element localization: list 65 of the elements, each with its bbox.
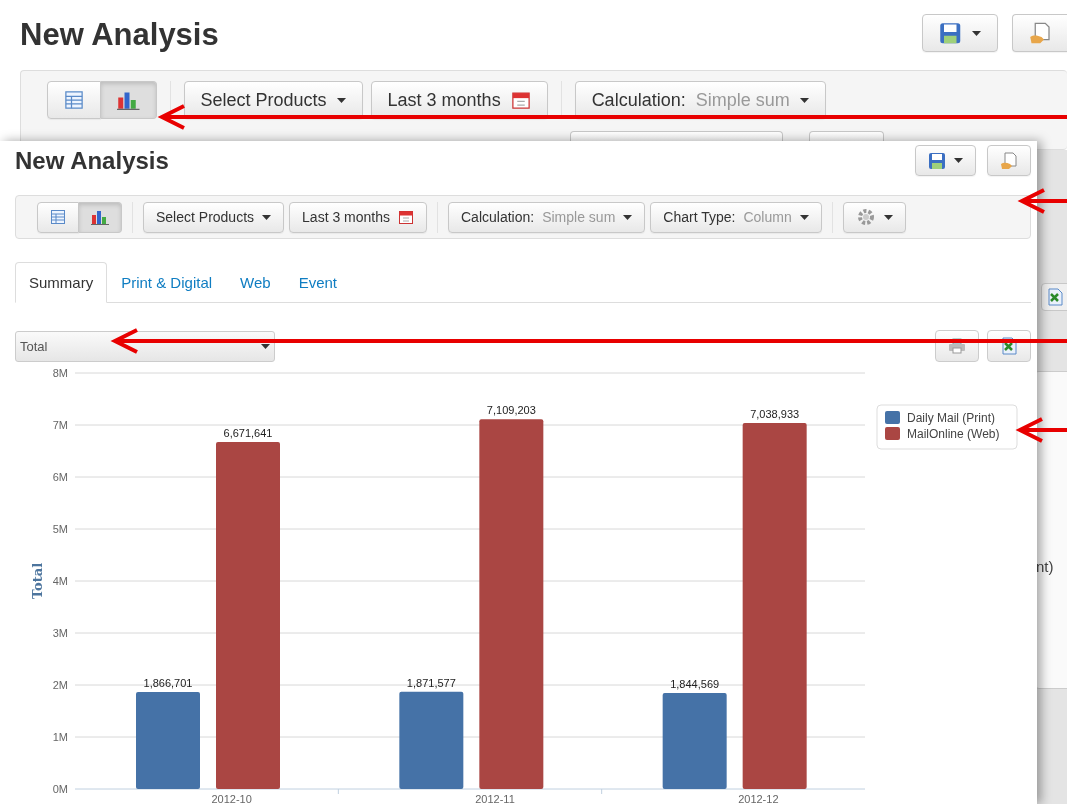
axis-tick-label: 1M <box>52 731 68 743</box>
text-fragment: nt) <box>1036 558 1054 575</box>
axis-title: Total <box>30 562 45 600</box>
page-title: New Analysis <box>20 16 219 54</box>
tab[interactable]: Event <box>284 262 351 302</box>
document-hand-icon <box>1000 151 1018 170</box>
save-button[interactable] <box>915 145 976 176</box>
printer-icon <box>948 338 966 354</box>
save-button[interactable] <box>922 14 998 52</box>
axis-tick-label: 2M <box>52 679 68 691</box>
tab[interactable]: Summary <box>15 262 108 303</box>
axis-category-label: 2012-10 <box>211 793 252 804</box>
caret-icon <box>971 30 981 36</box>
settings-button[interactable] <box>842 201 906 233</box>
page-title: New Analysis <box>15 146 169 176</box>
caret-icon <box>261 343 270 349</box>
axis-tick-label: 6M <box>52 471 68 483</box>
table-icon <box>50 209 66 225</box>
data-label: 7,109,203 <box>486 404 536 417</box>
axis-tick-label: 8M <box>52 367 68 379</box>
view-toggle-button[interactable] <box>79 201 122 233</box>
data-label: 1,871,577 <box>406 676 456 689</box>
dropdown-button[interactable]: Select Products <box>143 201 285 233</box>
calendar-icon <box>510 90 531 110</box>
document-hand-icon <box>1028 21 1051 45</box>
bar-chart-icon <box>91 209 109 225</box>
spreadsheet-icon <box>1047 288 1063 306</box>
axis-tick-label: 5M <box>52 523 68 535</box>
gear-icon <box>855 207 876 227</box>
pointer-arrow <box>1015 417 1067 443</box>
axis-tick-label: 4M <box>52 575 68 587</box>
data-label: 6,671,641 <box>223 427 273 440</box>
dropdown-button[interactable]: Calculation: Simple sum <box>448 201 646 233</box>
caret-icon <box>623 214 633 220</box>
tab[interactable]: Print & Digital <box>107 262 227 302</box>
axis-tick-label: 7M <box>52 419 68 431</box>
axis-tick-label: 3M <box>52 627 68 639</box>
date-range-button[interactable]: Last 3 months <box>289 201 427 233</box>
calendar-icon <box>398 209 414 225</box>
view-toggle-button[interactable] <box>101 81 157 119</box>
caret-icon <box>883 214 893 220</box>
view-toggle-button[interactable] <box>47 81 101 119</box>
caret-icon <box>954 158 963 163</box>
caret-icon <box>262 214 272 220</box>
view-toggle-button[interactable] <box>37 201 79 233</box>
legend-label: Daily Mail (Print) <box>907 411 995 425</box>
caret-icon <box>799 214 809 220</box>
legend-label: MailOnline (Web) <box>907 427 1000 441</box>
export-button[interactable] <box>1041 283 1067 311</box>
pointer-arrow <box>1017 188 1067 214</box>
caret-icon <box>336 97 346 103</box>
bar-chart-icon <box>117 90 140 110</box>
axis-category-label: 2012-11 <box>475 793 515 804</box>
table-icon <box>64 90 84 110</box>
dropdown-button[interactable]: Chart Type: Column <box>650 201 822 233</box>
tab[interactable]: Web <box>226 262 285 302</box>
measure-select[interactable]: Total <box>15 330 275 362</box>
axis-category-label: 2012-12 <box>738 793 779 804</box>
data-label: 1,866,701 <box>143 676 193 689</box>
axis-tick-label: 0M <box>52 783 68 795</box>
export-button[interactable] <box>987 145 1031 176</box>
data-label: 7,038,933 <box>750 408 800 420</box>
data-label: 1,844,569 <box>670 678 720 691</box>
caret-icon <box>799 97 809 103</box>
export-button[interactable] <box>1011 14 1067 52</box>
